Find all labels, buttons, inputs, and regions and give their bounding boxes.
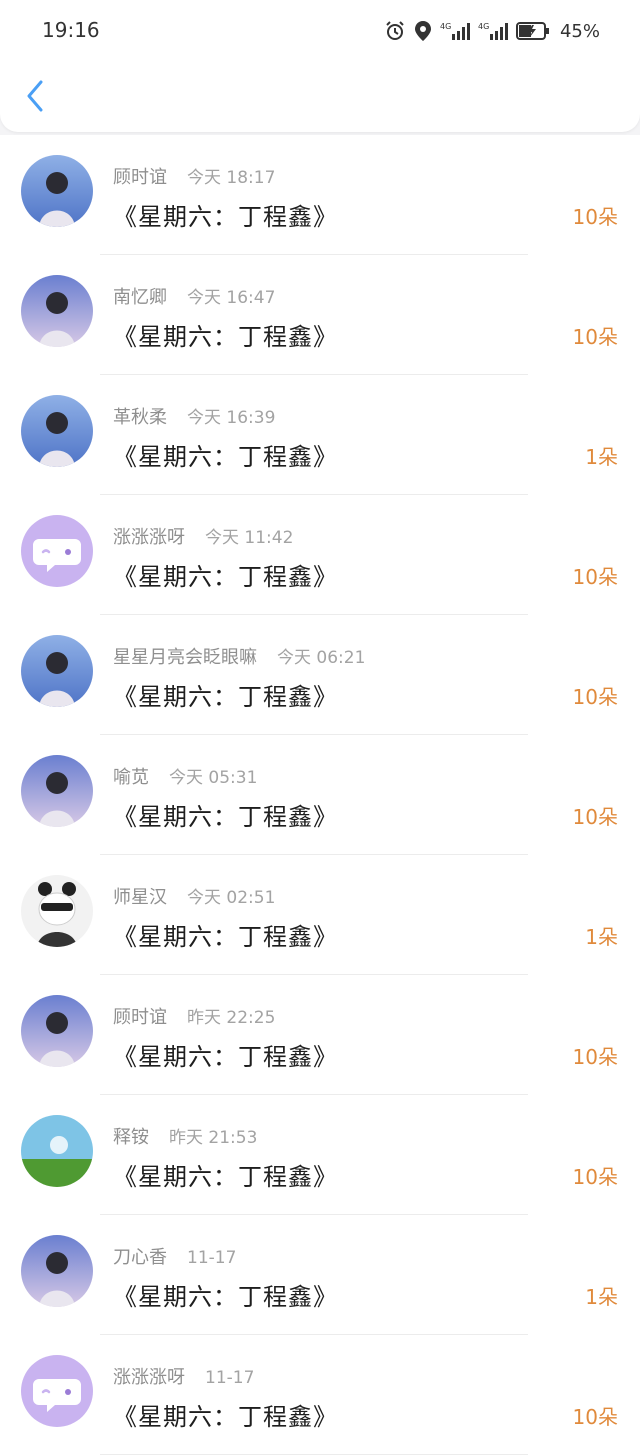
list-item[interactable]: 喻苋 今天 05:31 《星期六：丁程鑫》 10朵 — [0, 735, 640, 855]
sender-name[interactable]: 涨涨涨呀 — [113, 1363, 185, 1389]
item-title: 《星期六：丁程鑫》 — [113, 323, 338, 351]
sender-name[interactable]: 顾时谊 — [113, 1003, 167, 1029]
flower-count: 10朵 — [572, 325, 618, 349]
avatar[interactable] — [21, 1115, 93, 1187]
list-item[interactable]: 南忆卿 今天 16:47 《星期六：丁程鑫》 10朵 — [0, 255, 640, 375]
flower-count: 10朵 — [572, 205, 618, 229]
location-icon — [414, 20, 432, 42]
sender-name[interactable]: 顾时谊 — [113, 163, 167, 189]
avatar[interactable] — [21, 395, 93, 467]
item-title: 《星期六：丁程鑫》 — [113, 563, 338, 591]
list-item[interactable]: 顾时谊 昨天 22:25 《星期六：丁程鑫》 10朵 — [0, 975, 640, 1095]
top-header: 19:16 4G 4G 45% — [0, 0, 640, 132]
sent-time: 11-17 — [187, 1248, 237, 1268]
list-item[interactable]: 革秋柔 今天 16:39 《星期六：丁程鑫》 1朵 — [0, 375, 640, 495]
flower-count: 10朵 — [572, 805, 618, 829]
sent-time: 昨天 22:25 — [187, 1008, 276, 1028]
gift-list: 顾时谊 今天 18:17 《星期六：丁程鑫》 10朵 南忆卿 今天 16:47 … — [0, 135, 640, 1455]
flower-count: 1朵 — [585, 925, 618, 949]
flower-count: 10朵 — [572, 1165, 618, 1189]
item-meta: 革秋柔 今天 16:39 — [113, 403, 275, 429]
flower-count: 10朵 — [572, 565, 618, 589]
item-title: 《星期六：丁程鑫》 — [113, 1403, 338, 1431]
list-item[interactable]: 释铵 昨天 21:53 《星期六：丁程鑫》 10朵 — [0, 1095, 640, 1215]
list-item[interactable]: 星星月亮会眨眼嘛 今天 06:21 《星期六：丁程鑫》 10朵 — [0, 615, 640, 735]
alarm-icon — [384, 20, 406, 42]
status-bar: 19:16 4G 4G 45% — [0, 0, 640, 62]
svg-text:4G: 4G — [440, 22, 451, 31]
item-meta: 涨涨涨呀 今天 11:42 — [113, 523, 293, 549]
item-title: 《星期六：丁程鑫》 — [113, 1283, 338, 1311]
avatar[interactable] — [21, 275, 93, 347]
item-title: 《星期六：丁程鑫》 — [113, 203, 338, 231]
sender-name[interactable]: 释铵 — [113, 1123, 149, 1149]
list-item[interactable]: 顾时谊 今天 18:17 《星期六：丁程鑫》 10朵 — [0, 135, 640, 255]
sender-name[interactable]: 南忆卿 — [113, 283, 167, 309]
avatar[interactable] — [21, 995, 93, 1067]
svg-text:4G: 4G — [478, 22, 489, 31]
sent-time: 昨天 21:53 — [169, 1128, 258, 1148]
flower-count: 1朵 — [585, 1285, 618, 1309]
item-meta: 顾时谊 昨天 22:25 — [113, 1003, 275, 1029]
sender-name[interactable]: 师星汉 — [113, 883, 167, 909]
sender-name[interactable]: 革秋柔 — [113, 403, 167, 429]
sender-name[interactable]: 星星月亮会眨眼嘛 — [113, 643, 257, 669]
sent-time: 今天 06:21 — [277, 648, 366, 668]
sender-name[interactable]: 刀心香 — [113, 1243, 167, 1269]
item-meta: 刀心香 11-17 — [113, 1243, 236, 1269]
flower-count: 1朵 — [585, 445, 618, 469]
status-icons: 4G 4G 45% — [384, 16, 600, 46]
item-meta: 星星月亮会眨眼嘛 今天 06:21 — [113, 643, 365, 669]
flower-count: 10朵 — [572, 1045, 618, 1069]
sender-name[interactable]: 喻苋 — [113, 763, 149, 789]
item-title: 《星期六：丁程鑫》 — [113, 803, 338, 831]
chevron-left-icon — [25, 80, 45, 116]
battery-charging-icon — [515, 21, 550, 41]
item-meta: 喻苋 今天 05:31 — [113, 763, 257, 789]
signal-4g-icon: 4G — [478, 20, 508, 42]
avatar[interactable] — [21, 755, 93, 827]
avatar[interactable] — [21, 1355, 93, 1427]
item-title: 《星期六：丁程鑫》 — [113, 683, 338, 711]
item-meta: 师星汉 今天 02:51 — [113, 883, 275, 909]
item-meta: 南忆卿 今天 16:47 — [113, 283, 275, 309]
item-title: 《星期六：丁程鑫》 — [113, 443, 338, 471]
avatar[interactable] — [21, 875, 93, 947]
signal-4g-icon: 4G — [440, 20, 470, 42]
sender-name[interactable]: 涨涨涨呀 — [113, 523, 185, 549]
list-item[interactable]: 涨涨涨呀 今天 11:42 《星期六：丁程鑫》 10朵 — [0, 495, 640, 615]
flower-count: 10朵 — [572, 1405, 618, 1429]
list-item[interactable]: 刀心香 11-17 《星期六：丁程鑫》 1朵 — [0, 1215, 640, 1335]
sent-time: 今天 02:51 — [187, 888, 276, 908]
list-item[interactable]: 涨涨涨呀 11-17 《星期六：丁程鑫》 10朵 — [0, 1335, 640, 1455]
list-item[interactable]: 师星汉 今天 02:51 《星期六：丁程鑫》 1朵 — [0, 855, 640, 975]
back-button[interactable] — [18, 78, 52, 118]
item-title: 《星期六：丁程鑫》 — [113, 1163, 338, 1191]
sent-time: 今天 16:47 — [187, 288, 276, 308]
sent-time: 11-17 — [205, 1368, 255, 1388]
avatar[interactable] — [21, 1235, 93, 1307]
item-title: 《星期六：丁程鑫》 — [113, 1043, 338, 1071]
item-title: 《星期六：丁程鑫》 — [113, 923, 338, 951]
sent-time: 今天 05:31 — [169, 768, 258, 788]
item-meta: 涨涨涨呀 11-17 — [113, 1363, 254, 1389]
avatar[interactable] — [21, 635, 93, 707]
sent-time: 今天 16:39 — [187, 408, 276, 428]
item-meta: 顾时谊 今天 18:17 — [113, 163, 275, 189]
battery-percent: 45% — [559, 20, 600, 42]
status-time: 19:16 — [42, 18, 100, 42]
avatar[interactable] — [21, 515, 93, 587]
item-meta: 释铵 昨天 21:53 — [113, 1123, 257, 1149]
flower-count: 10朵 — [572, 685, 618, 709]
sent-time: 今天 18:17 — [187, 168, 276, 188]
sent-time: 今天 11:42 — [205, 528, 294, 548]
avatar[interactable] — [21, 155, 93, 227]
